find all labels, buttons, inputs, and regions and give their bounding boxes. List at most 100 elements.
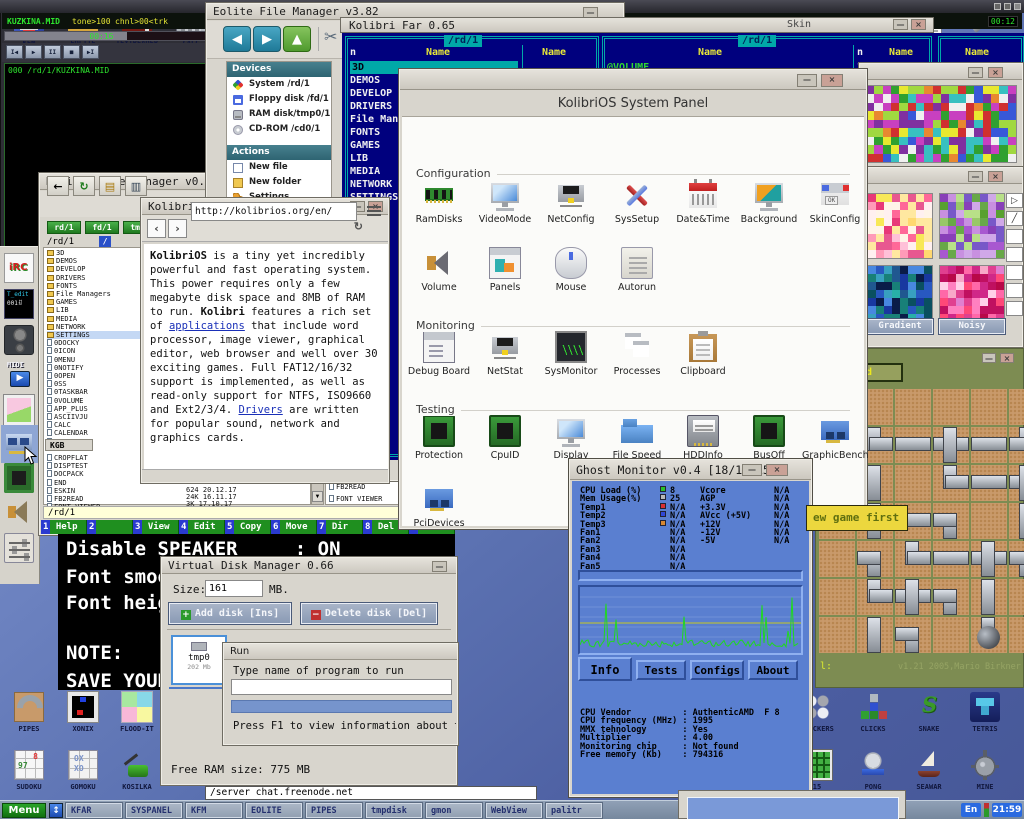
ghost-tab-info[interactable]: Info <box>578 657 632 681</box>
kfm-item-0notify[interactable]: 0NOTIFY <box>47 364 84 372</box>
far-close-button[interactable]: × <box>911 19 926 30</box>
palette-cell[interactable] <box>916 120 924 128</box>
pipes-tile[interactable] <box>857 617 893 653</box>
palette-cell[interactable] <box>988 290 996 298</box>
far-item-lib[interactable]: LIB <box>350 152 368 165</box>
palette-cell[interactable] <box>983 120 991 128</box>
palette-cell[interactable] <box>956 242 964 250</box>
taskbar-task-syspanel[interactable]: SYSPANEL <box>126 803 182 818</box>
palette-cell[interactable] <box>956 306 964 314</box>
palette-cell[interactable] <box>974 154 982 162</box>
syspanel-item-ramdisks[interactable]: RamDisks <box>406 179 472 225</box>
palette-cell[interactable] <box>868 290 876 298</box>
syspanel-item-date-time[interactable]: Date&Time <box>670 179 736 225</box>
palette-cell[interactable] <box>908 266 916 274</box>
palette-cell[interactable] <box>940 218 948 226</box>
palette-cell[interactable] <box>972 234 980 242</box>
pipes-tile[interactable] <box>895 579 931 615</box>
kfm-copy-icon[interactable]: ▥ <box>125 176 147 196</box>
kfm-item-0icon[interactable]: 0ICON <box>47 347 75 355</box>
kfm-item-file-managers[interactable]: File Managers <box>47 290 111 298</box>
palette-cell[interactable] <box>892 266 900 274</box>
palette-cell[interactable] <box>924 103 932 111</box>
palette-cell[interactable] <box>966 145 974 153</box>
palette-cell[interactable] <box>892 282 900 290</box>
kfm-item-disptest[interactable]: DISPTEST <box>47 462 88 470</box>
palette-back-minimize-button[interactable]: — <box>968 67 983 78</box>
palette-cell[interactable] <box>999 94 1007 102</box>
palette-cell[interactable] <box>996 274 1004 282</box>
palette-cell[interactable] <box>964 210 972 218</box>
pipes-tile[interactable] <box>895 541 931 577</box>
palette-cell[interactable] <box>980 282 988 290</box>
palette-cell[interactable] <box>892 306 900 314</box>
palette-cell[interactable] <box>908 250 916 258</box>
palette-cell[interactable] <box>892 210 900 218</box>
far-item-file man[interactable]: File Man <box>350 113 398 126</box>
palette-cell[interactable] <box>924 137 932 145</box>
palette-cell[interactable] <box>948 210 956 218</box>
palette-cell[interactable] <box>941 154 949 162</box>
palette-cell[interactable] <box>940 202 948 210</box>
palette-cell[interactable] <box>876 290 884 298</box>
eolite-item-new-file[interactable]: New file <box>227 160 331 175</box>
palette-cell[interactable] <box>916 250 924 258</box>
pipes-tile[interactable] <box>1009 617 1024 653</box>
palette-cell[interactable] <box>908 306 916 314</box>
palette-cell[interactable] <box>958 137 966 145</box>
ghost-tab-configs[interactable]: Configs <box>690 660 744 680</box>
kfm-item-games[interactable]: GAMES <box>47 298 77 306</box>
palette-cell[interactable] <box>964 266 972 274</box>
palette-cell[interactable] <box>899 128 907 136</box>
palette-cell[interactable] <box>980 250 988 258</box>
kfm-item-fb2read[interactable]: FB2READ <box>47 495 84 503</box>
palette-cell[interactable] <box>884 274 892 282</box>
kfm-refresh-icon[interactable]: ↻ <box>73 176 95 196</box>
palette-cell[interactable] <box>868 226 876 234</box>
palette-cell[interactable] <box>908 202 916 210</box>
palette-cell[interactable] <box>991 128 999 136</box>
palette-cell[interactable] <box>908 234 916 242</box>
palette-cell[interactable] <box>974 103 982 111</box>
palette-cell[interactable] <box>988 226 996 234</box>
kfm-item-asciivju[interactable]: ASCIIVJU <box>47 413 88 421</box>
palette-cell[interactable] <box>974 137 982 145</box>
ghost-tab-about[interactable]: About <box>748 660 798 680</box>
palette-cell[interactable] <box>956 202 964 210</box>
palette-cell[interactable] <box>940 210 948 218</box>
palette-cell[interactable] <box>891 111 899 119</box>
kfm-fkey-1[interactable]: 1 Help <box>41 520 87 534</box>
kfm-back-icon[interactable]: ← <box>47 176 69 196</box>
palette-cell[interactable] <box>892 234 900 242</box>
palette-cell[interactable] <box>941 94 949 102</box>
palette-cell[interactable] <box>988 298 996 306</box>
palette-cell[interactable] <box>874 145 882 153</box>
palette-cell[interactable] <box>948 242 956 250</box>
palette-cell[interactable] <box>876 218 884 226</box>
dock-audiobox-icon[interactable] <box>4 325 34 355</box>
kfm-item-lib[interactable]: LIB <box>47 306 69 314</box>
palette-cell[interactable] <box>900 210 908 218</box>
palette-cell[interactable] <box>916 137 924 145</box>
palette-cell[interactable] <box>874 94 882 102</box>
palette-cell[interactable] <box>983 137 991 145</box>
palette-cell[interactable] <box>899 154 907 162</box>
pipes-tile[interactable] <box>819 579 855 615</box>
palette-cell[interactable] <box>956 218 964 226</box>
palette-cell[interactable] <box>996 242 1004 250</box>
palette-cell[interactable] <box>892 274 900 282</box>
palette-cell[interactable] <box>956 266 964 274</box>
palette-cell[interactable] <box>883 120 891 128</box>
palette-cell[interactable] <box>908 218 916 226</box>
pipes-tile[interactable] <box>971 503 1007 539</box>
browser-forward-icon[interactable]: › <box>168 219 187 238</box>
pipes-tile[interactable] <box>933 427 969 463</box>
palette-cell[interactable] <box>924 154 932 162</box>
palette-cell[interactable] <box>891 154 899 162</box>
palette-cell[interactable] <box>964 218 972 226</box>
palette-cell[interactable] <box>941 145 949 153</box>
palette-cell[interactable] <box>999 111 1007 119</box>
palette-cell[interactable] <box>900 250 908 258</box>
palette-back-close-button[interactable]: × <box>988 67 1003 78</box>
taskbar-task-tmpdisk[interactable]: tmpdisk <box>366 803 422 818</box>
